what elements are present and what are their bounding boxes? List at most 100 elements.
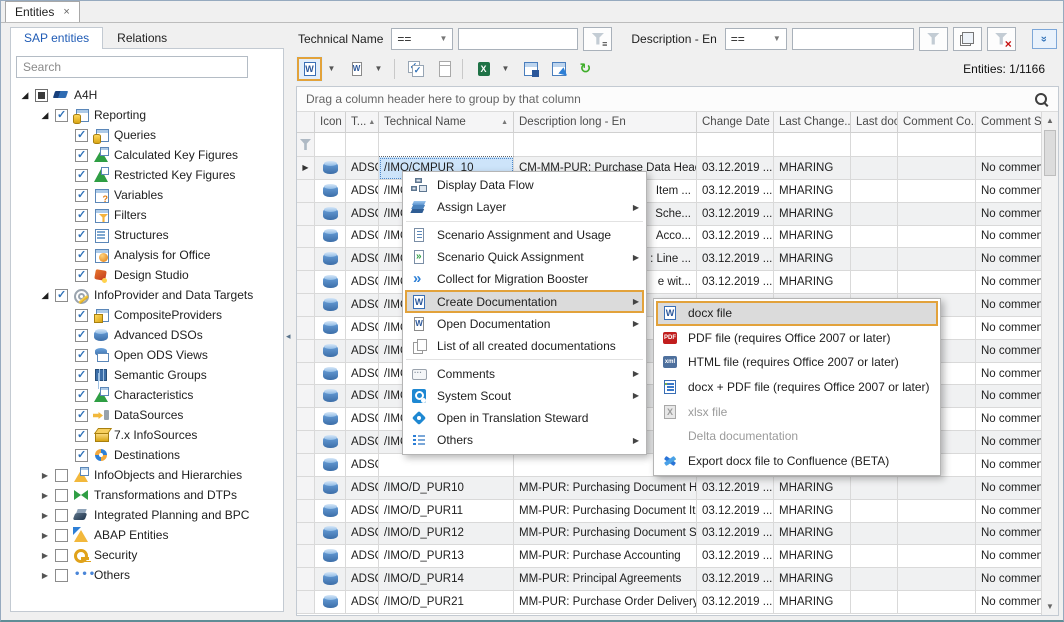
checkbox-checked[interactable]: [75, 389, 88, 402]
vertical-scrollbar[interactable]: ▲ ▼: [1041, 112, 1058, 615]
submenu-item-html-file-requires-office-2007-or-later[interactable]: HTML file (requires Office 2007 or later…: [656, 350, 938, 375]
submenu-item-docx-file[interactable]: docx file: [656, 301, 938, 326]
checkbox-checked[interactable]: [75, 209, 88, 222]
tree-item[interactable]: Semantic Groups: [16, 365, 278, 385]
tree-item[interactable]: ◢InfoProvider and Data Targets: [16, 285, 278, 305]
menu-item-scenario-quick-assignment[interactable]: Scenario Quick Assignment▶: [405, 246, 644, 268]
menu-item-list-of-all-created-documentations[interactable]: List of all created documentations: [405, 335, 644, 357]
checkbox-checked[interactable]: [75, 129, 88, 142]
tab-relations[interactable]: Relations: [103, 27, 181, 49]
tree-item[interactable]: DataSources: [16, 405, 278, 425]
filter-cell[interactable]: [379, 133, 514, 157]
column-header-Last doc.[interactable]: Last doc.: [851, 112, 898, 133]
filter-row-indicator[interactable]: [297, 133, 315, 157]
scroll-down-icon[interactable]: ▼: [1042, 598, 1058, 615]
collapsed-expander-icon[interactable]: ▶: [38, 511, 52, 520]
tree-item[interactable]: ▶InfoObjects and Hierarchies: [16, 465, 278, 485]
search-input[interactable]: [16, 56, 248, 78]
tree-item[interactable]: ◢A4H: [16, 85, 278, 105]
collapsed-expander-icon[interactable]: ▶: [38, 571, 52, 580]
menu-item-assign-layer[interactable]: Assign Layer▶: [405, 196, 644, 218]
tree-item[interactable]: Characteristics: [16, 385, 278, 405]
menu-item-system-scout[interactable]: System Scout▶: [405, 385, 644, 407]
menu-item-create-documentation[interactable]: Create Documentation▶: [405, 290, 644, 312]
column-header-Change Date[interactable]: Change Date: [697, 112, 774, 133]
column-header-T...[interactable]: T...▲: [346, 112, 379, 133]
tree-item[interactable]: Open ODS Views: [16, 345, 278, 365]
checkbox-partial[interactable]: [35, 89, 48, 102]
group-by-bar[interactable]: Drag a column header here to group by th…: [297, 87, 1058, 112]
save-grid-layout-button[interactable]: [517, 56, 544, 82]
tree-item[interactable]: ▶ABAP Entities: [16, 525, 278, 545]
tree-item[interactable]: Calculated Key Figures: [16, 145, 278, 165]
apply-description-filter-button[interactable]: [919, 27, 948, 51]
collapsed-expander-icon[interactable]: ▶: [38, 551, 52, 560]
collapsed-expander-icon[interactable]: ▶: [38, 531, 52, 540]
tree-item[interactable]: Restricted Key Figures: [16, 165, 278, 185]
description-filter-input[interactable]: [792, 28, 914, 50]
tree-item[interactable]: Analysis for Office: [16, 245, 278, 265]
description-operator-select[interactable]: == ▼: [725, 28, 787, 50]
technical-name-filter-input[interactable]: [458, 28, 578, 50]
tree-item[interactable]: Filters: [16, 205, 278, 225]
tree-item[interactable]: CompositeProviders: [16, 305, 278, 325]
column-header-Icon[interactable]: Icon: [315, 112, 346, 133]
filter-editor-button[interactable]: [953, 27, 982, 51]
submenu-item-export-docx-file-to-confluence-beta[interactable]: Export docx file to Confluence (BETA): [656, 449, 938, 474]
search-icon[interactable]: [1034, 92, 1049, 107]
checkbox-checked[interactable]: [75, 349, 88, 362]
table-row[interactable]: ADSO/IMO/D_PUR12MM-PUR: Purchasing Docum…: [297, 523, 1041, 546]
submenu-item-docx-pdf-file-requires-office-2007-or-later[interactable]: docx + PDF file (requires Office 2007 or…: [656, 375, 938, 400]
collapsed-expander-icon[interactable]: ▶: [38, 491, 52, 500]
tab-entities[interactable]: Entities ×: [5, 1, 80, 22]
filter-cell[interactable]: [774, 133, 851, 157]
table-row[interactable]: ADSO/IMO/D_PUR13MM-PUR: Purchase Account…: [297, 545, 1041, 568]
checkbox-unchecked[interactable]: [55, 529, 68, 542]
filter-cell[interactable]: [315, 133, 346, 157]
checkbox-checked[interactable]: [75, 189, 88, 202]
expanded-expander-icon[interactable]: ◢: [38, 110, 52, 121]
tree-item[interactable]: ▶Integrated Planning and BPC: [16, 505, 278, 525]
open-documentation-button[interactable]: [343, 56, 370, 82]
apply-technical-name-filter-button[interactable]: [583, 27, 612, 51]
menu-item-open-in-translation-steward[interactable]: Open in Translation Steward: [405, 407, 644, 429]
filter-cell[interactable]: [514, 133, 697, 157]
table-row[interactable]: ADSO/IMO/D_PUR14MM-PUR: Principal Agreem…: [297, 568, 1041, 591]
clear-filter-button[interactable]: [987, 27, 1016, 51]
scrollbar-track[interactable]: [1042, 129, 1058, 598]
tree-item[interactable]: 7.x InfoSources: [16, 425, 278, 445]
checkbox-checked[interactable]: [75, 429, 88, 442]
tab-sap-entities[interactable]: SAP entities: [10, 27, 103, 49]
checkbox-unchecked[interactable]: [55, 509, 68, 522]
menu-item-collect-for-migration-booster[interactable]: Collect for Migration Booster: [405, 268, 644, 290]
menu-item-display-data-flow[interactable]: Display Data Flow: [405, 174, 644, 196]
tree-item[interactable]: Design Studio: [16, 265, 278, 285]
table-row[interactable]: ADSO/IMO/D_PUR21MM-PUR: Purchase Order D…: [297, 591, 1041, 614]
filter-cell[interactable]: [976, 133, 1041, 157]
checkbox-checked[interactable]: [75, 249, 88, 262]
tree-item[interactable]: Advanced DSOs: [16, 325, 278, 345]
scroll-up-icon[interactable]: ▲: [1042, 112, 1058, 129]
refresh-button[interactable]: [573, 56, 600, 82]
tree-item[interactable]: Variables: [16, 185, 278, 205]
create-docx-documentation-button-dropdown[interactable]: ▼: [324, 56, 339, 82]
pane-splitter[interactable]: ◂: [286, 23, 292, 620]
expanded-expander-icon[interactable]: ◢: [18, 90, 32, 101]
column-header-Comment Co...[interactable]: Comment Co...: [898, 112, 976, 133]
collapse-pane-icon[interactable]: ◂: [286, 331, 291, 342]
checkbox-unchecked[interactable]: [55, 489, 68, 502]
open-documentation-button-dropdown[interactable]: ▼: [371, 56, 386, 82]
checkbox-checked[interactable]: [75, 309, 88, 322]
expand-filters-button[interactable]: «: [1032, 29, 1057, 49]
checkbox-checked[interactable]: [75, 149, 88, 162]
technical-name-operator-select[interactable]: == ▼: [391, 28, 453, 50]
expanded-expander-icon[interactable]: ◢: [38, 290, 52, 301]
submenu-item-pdf-file-requires-office-2007-or-later[interactable]: PDF file (requires Office 2007 or later): [656, 326, 938, 351]
close-icon[interactable]: ×: [63, 7, 69, 18]
checkbox-checked[interactable]: [75, 329, 88, 342]
menu-item-others[interactable]: Others▶: [405, 429, 644, 451]
deselect-all-button[interactable]: [430, 56, 457, 82]
checkbox-checked[interactable]: [55, 289, 68, 302]
column-header-Description long - En[interactable]: Description long - En: [514, 112, 697, 133]
tree-item[interactable]: Structures: [16, 225, 278, 245]
